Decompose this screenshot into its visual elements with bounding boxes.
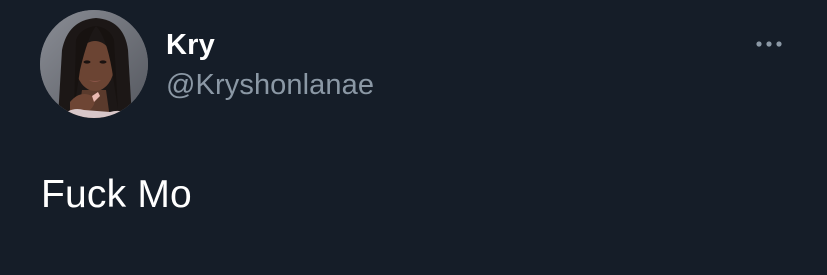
author-handle[interactable]: @Kryshonlanae [166,69,374,101]
avatar[interactable] [40,10,148,118]
more-horizontal-icon [756,41,782,47]
tweet-text: Fuck Mo [41,173,192,216]
avatar-photo-icon [40,10,148,118]
tweet-card: Kry @Kryshonlanae Fuck Mo [0,0,827,275]
more-options-button[interactable] [752,30,786,58]
author-display-name[interactable]: Kry [166,29,215,61]
